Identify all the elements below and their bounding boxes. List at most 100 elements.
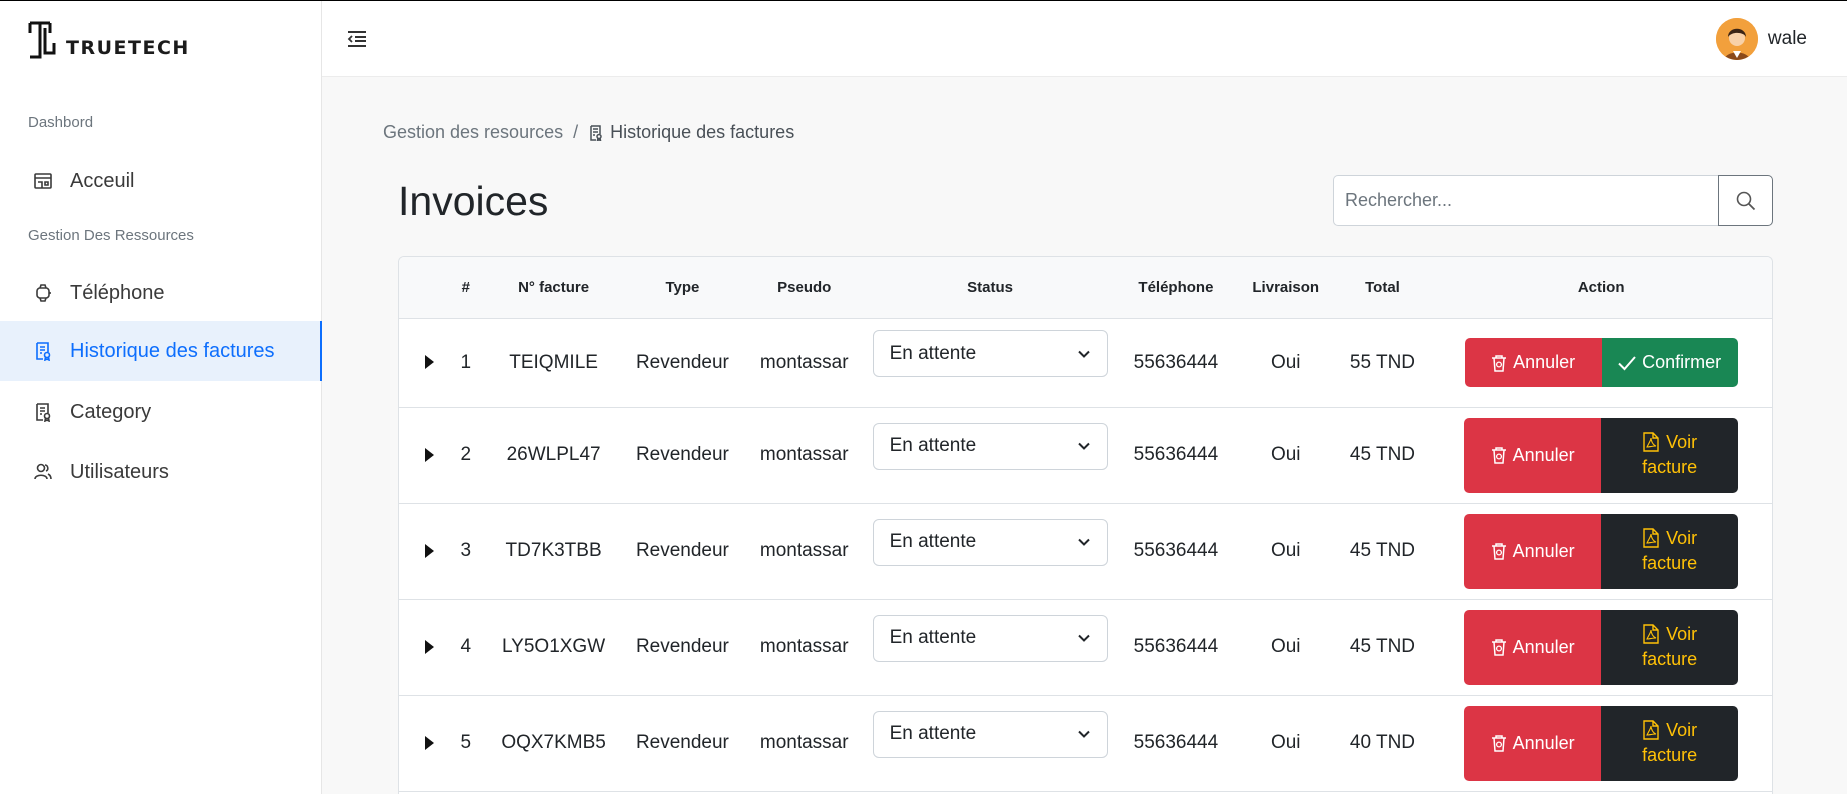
cell-num: 5 [445,695,486,792]
sidebar-item-telephone[interactable]: Téléphone [0,263,322,323]
row-actions: Annuler Voir facture [1430,513,1772,589]
file-pdf-icon [1643,624,1659,645]
file-pdf-icon [1643,432,1659,453]
cell-total: 45 TND [1334,407,1431,504]
sidebar-item-label: Historique des factures [70,339,275,362]
view-label-line1: Voir [1666,431,1698,452]
sidebar-item-acceuil[interactable]: Acceuil [0,151,322,211]
cancel-button[interactable]: Annuler [1464,338,1602,387]
status-select[interactable]: En attente [872,422,1108,470]
row-actions: Annuler Voir facture [1430,705,1772,781]
view-invoice-button[interactable]: Voir facture [1601,513,1739,589]
invoices-table: # N° facture Type Pseudo Status Téléphon… [399,257,1772,792]
chevron-down-icon [1077,538,1090,546]
expand-row-icon[interactable] [424,543,434,558]
search-input[interactable] [1333,175,1718,226]
sidebar-item-utilisateurs[interactable]: Utilisateurs [0,442,322,502]
status-value: En attente [889,435,977,456]
confirm-button[interactable]: Confirmer [1601,338,1738,387]
user-name: wale [1767,28,1807,49]
status-select[interactable]: En attente [872,614,1108,662]
cancel-button[interactable]: Annuler [1464,513,1602,589]
cell-type: Revendeur [621,503,744,600]
sidebar: TRUETECH Dashbord Acceuil Gestion Des Re… [0,1,322,794]
status-select[interactable]: En attente [872,330,1108,377]
col-header: Status [865,257,1116,319]
view-label-line2: facture [1642,745,1698,765]
table-row: 5 OQX7KMB5 Revendeur montassar En attent… [399,695,1772,792]
sidebar-item-label: Acceuil [70,169,135,192]
search-group [1333,175,1773,226]
cancel-label: Annuler [1513,352,1576,372]
expand-row-icon[interactable] [424,735,434,750]
trash-icon [1491,639,1506,656]
view-label-line1: Voir [1666,527,1698,548]
sidebar-item-label: Category [70,400,152,423]
cell-type: Revendeur [621,407,744,504]
cancel-label: Annuler [1512,732,1575,753]
row-actions: Annuler Voir facture [1430,417,1772,493]
cell-facture: TD7K3TBB [485,503,622,600]
cell-total: 40 TND [1334,695,1431,792]
menu-collapse-icon[interactable] [346,29,368,49]
cell-livraison: Oui [1236,407,1335,504]
breadcrumb-current-label: Historique des factures [610,122,795,142]
status-select[interactable]: En attente [872,518,1108,566]
status-select[interactable]: En attente [872,710,1108,758]
receipt-icon [32,401,54,423]
receipt-icon [32,340,54,362]
breadcrumb-parent-link[interactable]: Gestion des resources [383,122,563,143]
cell-total: 45 TND [1334,599,1431,696]
truetech-logo-icon [28,21,56,59]
cell-facture: TEIQMILE [485,318,622,408]
view-label-line2: facture [1642,457,1698,477]
cancel-label: Annuler [1512,540,1575,561]
status-value: En attente [889,627,977,648]
cell-telephone: 55636444 [1115,695,1237,792]
cancel-button[interactable]: Annuler [1464,609,1602,685]
sidebar-item-category[interactable]: Category [0,382,322,442]
cancel-button[interactable]: Annuler [1464,705,1602,781]
trash-icon [1491,543,1506,560]
view-invoice-button[interactable]: Voir facture [1601,417,1739,493]
cancel-label: Annuler [1512,444,1575,465]
file-pdf-icon [1643,720,1659,741]
cell-livraison: Oui [1236,503,1335,600]
search-button[interactable] [1718,175,1773,226]
expand-row-icon[interactable] [424,355,434,370]
chevron-down-icon [1077,442,1090,450]
trash-icon [1491,447,1506,464]
cell-telephone: 55636444 [1115,599,1237,696]
cell-num: 4 [445,599,486,696]
sidebar-heading-dashbord: Dashbord [28,114,94,131]
col-header: Total [1334,257,1431,319]
file-pdf-icon [1643,528,1659,549]
invoices-table-container: # N° facture Type Pseudo Status Téléphon… [398,256,1773,794]
sidebar-item-historique[interactable]: Historique des factures [0,321,322,381]
page-title: Invoices [398,178,549,224]
cell-pseudo: montassar [743,407,866,504]
cell-facture: 26WLPL47 [485,407,622,504]
cell-telephone: 55636444 [1115,407,1237,504]
expand-row-icon[interactable] [424,639,434,654]
view-invoice-button[interactable]: Voir facture [1601,705,1739,781]
table-row: 2 26WLPL47 Revendeur montassar En attent… [399,407,1772,504]
brand-logo[interactable]: TRUETECH [28,19,190,61]
cell-telephone: 55636444 [1115,318,1237,408]
cell-type: Revendeur [621,599,744,696]
cell-num: 1 [445,318,486,408]
expand-row-icon[interactable] [424,447,434,462]
status-value: En attente [889,531,977,552]
cell-type: Revendeur [621,318,744,408]
cell-total: 55 TND [1334,318,1431,408]
avatar [1715,18,1758,60]
breadcrumb: Gestion des resources / Historique des f… [383,122,794,143]
trash-icon [1491,735,1506,752]
user-menu[interactable]: wale [1715,18,1807,60]
view-invoice-button[interactable]: Voir facture [1601,609,1739,685]
cell-total: 45 TND [1334,503,1431,600]
cell-num: 2 [445,407,486,504]
view-label-line2: facture [1642,553,1698,573]
cancel-button[interactable]: Annuler [1464,417,1602,493]
users-icon [32,461,54,483]
